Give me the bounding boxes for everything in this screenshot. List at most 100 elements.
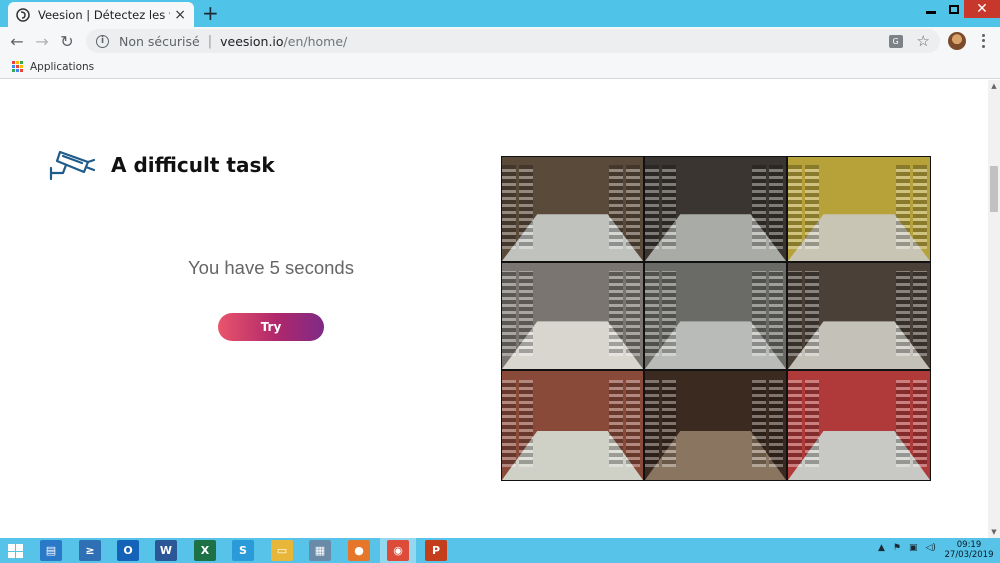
site-info-icon[interactable]: i [96,34,109,48]
cctv-camera-feed [787,156,931,262]
address-bar[interactable]: i Non sécurisé | veesion.io/en/home/ G ☆ [86,29,940,53]
url-separator: | [207,33,213,49]
explorer-pc-icon[interactable]: ▤ [40,540,62,561]
minimize-icon [926,10,936,14]
calculator-icon[interactable]: ▦ [309,540,331,561]
store-shelf [502,379,517,467]
action-center-flag-icon[interactable]: ⚑ [893,543,901,553]
store-shelf [645,165,660,249]
clock-date: 27/03/2019 [944,550,994,560]
security-camera-icon [49,150,96,181]
store-shelf [895,165,911,249]
security-status: Non sécurisé [119,33,200,49]
omnibox-actions: G ☆ [888,33,930,49]
firefox-icon[interactable]: ● [348,540,370,561]
store-shelf [609,271,624,357]
store-shelf [752,165,767,249]
browser-tab-veesion[interactable]: Veesion | Détectez les vols autom × [8,2,194,27]
maximize-window-button[interactable] [944,0,964,18]
cctv-camera-feed [501,370,644,481]
new-tab-button[interactable]: + [202,3,219,23]
store-shelf [895,379,911,467]
store-shelf [788,379,803,467]
store-shelf [912,379,928,467]
page-subtitle: You have 5 seconds [188,257,354,278]
browser-menu-icon[interactable] [978,33,988,49]
browser-tab-bar: Veesion | Détectez les vols autom × + ✕ [0,0,1000,27]
url-path: /en/home/ [283,33,348,49]
url-host: veesion.io [220,33,284,49]
store-shelf [661,165,676,249]
windows-taskbar [0,538,1000,563]
tab-title: Veesion | Détectez les vols autom [38,7,170,22]
tray-expand-icon[interactable]: ▲ [878,543,885,553]
store-shelf [788,271,803,357]
cctv-camera-feed [501,156,644,262]
store-shelf [895,271,911,357]
profile-avatar[interactable] [948,32,966,50]
store-shelf [752,379,767,467]
cctv-footage-grid [501,156,931,481]
store-shelf [518,379,533,467]
cctv-camera-feed [501,262,644,370]
store-shelf [805,379,820,467]
store-shelf [788,165,803,249]
store-shelf [609,379,624,467]
outlook-icon[interactable]: O [117,540,139,561]
store-shelf [661,379,676,467]
store-shelf [645,271,660,357]
close-window-button[interactable]: ✕ [964,0,1000,18]
translate-icon[interactable]: G [888,34,903,48]
system-tray: ▲ ⚑ ▣ ◁) [878,543,936,553]
windows-start-icon[interactable] [8,544,24,558]
store-shelf [502,165,517,249]
cctv-camera-feed [787,370,931,481]
try-button[interactable]: Try [218,313,324,341]
clock-time: 09:19 [956,540,982,550]
bookmarks-bar: Applications [0,55,1000,79]
taskbar-clock[interactable]: 09:19 27/03/2019 [944,540,994,560]
store-shelf [661,271,676,357]
tab-close-icon[interactable]: × [174,8,186,22]
apps-grid-icon[interactable] [12,61,23,72]
minimize-window-button[interactable] [918,0,944,18]
back-arrow-icon[interactable]: ← [8,32,26,51]
store-shelf [805,271,820,357]
lync-icon[interactable]: S [232,540,254,561]
store-shelf [769,165,784,249]
store-shelf [518,165,533,249]
network-icon[interactable]: ▣ [909,543,918,553]
store-shelf [805,165,820,249]
store-shelf [502,271,517,357]
bookmark-applications[interactable]: Applications [30,61,94,73]
excel-icon[interactable]: X [194,540,216,561]
cctv-camera-feed [644,262,787,370]
powerpoint-icon[interactable]: P [425,540,447,561]
scroll-up-arrow-icon[interactable]: ▲ [990,82,998,90]
cctv-camera-feed [787,262,931,370]
cctv-camera-feed [644,370,787,481]
store-shelf [769,271,784,357]
store-shelf [626,165,641,249]
store-shelf [912,165,928,249]
store-shelf [912,271,928,357]
store-shelf [626,379,641,467]
reload-icon[interactable]: ↻ [58,32,76,51]
store-shelf [769,379,784,467]
bookmark-star-icon[interactable]: ☆ [917,33,930,49]
scrollbar-thumb[interactable] [990,166,998,212]
store-shelf [645,379,660,467]
store-shelf [752,271,767,357]
cctv-camera-feed [644,156,787,262]
chrome-icon[interactable]: ◉ [387,540,409,561]
forward-arrow-icon[interactable]: → [33,32,51,51]
volume-icon[interactable]: ◁) [926,543,936,553]
word-icon[interactable]: W [155,540,177,561]
store-shelf [609,165,624,249]
page-content: A difficult task You have 5 seconds Try [0,80,988,538]
page-scrollbar[interactable]: ▲ ▼ [988,80,1000,538]
powershell-icon[interactable]: ≥ [79,540,101,561]
restore-icon [949,4,959,14]
scroll-down-arrow-icon[interactable]: ▼ [990,528,998,536]
file-explorer-icon[interactable]: ▭ [271,540,293,561]
